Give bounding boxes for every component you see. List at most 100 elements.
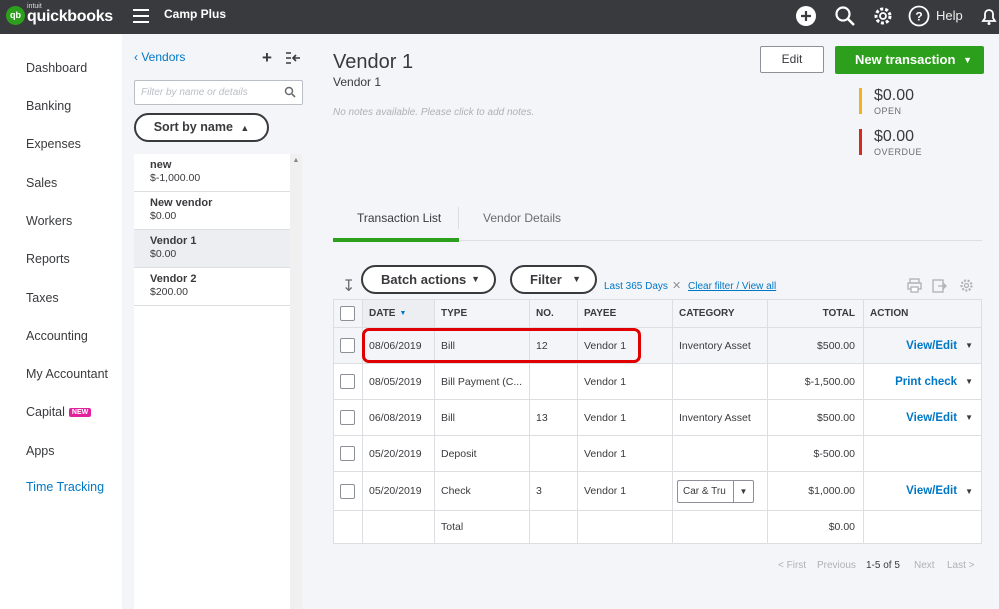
sidebar-item-sales[interactable]: Sales [26,176,57,190]
new-transaction-label: New transaction [855,52,956,67]
gear-icon[interactable] [872,5,894,27]
category-select[interactable]: Car & Tru ▼ [677,479,754,503]
caret-down-icon[interactable]: ▼ [965,413,973,422]
type-cell: Deposit [435,436,530,471]
vendor-amount: $200.00 [150,286,188,298]
sidebar-item-label: Capital [26,405,65,419]
search-icon [284,86,296,101]
payee-cell: Vendor 1 [578,436,673,471]
sort-by-name-button[interactable]: Sort by name ▲ [134,113,269,142]
pager-last[interactable]: Last > [947,560,975,571]
date-range-label[interactable]: Last 365 Days [604,281,668,292]
pager-first[interactable]: < First [778,560,806,571]
table-row[interactable]: 05/20/2019 Check 3 Vendor 1 Car & Tru ▼ … [334,472,981,511]
vendor-list-scrollbar[interactable]: ▲ [290,154,302,609]
empty-cell [578,511,673,543]
sidebar-item-time-tracking[interactable]: Time Tracking [26,480,104,494]
caret-down-icon[interactable]: ▼ [965,377,973,386]
filter-button[interactable]: Filter ▼ [510,265,597,294]
sidebar-item-workers[interactable]: Workers [26,214,72,228]
column-header-total[interactable]: TOTAL [768,300,864,327]
caret-down-icon[interactable]: ▼ [965,341,973,350]
pager-previous[interactable]: Previous [817,560,856,571]
svg-text:?: ? [915,10,922,24]
sidebar-item-apps[interactable]: Apps [26,444,55,458]
payee-cell: Vendor 1 [578,400,673,435]
tab-vendor-details[interactable]: Vendor Details [483,211,561,225]
column-header-type[interactable]: TYPE [435,300,530,327]
table-row[interactable]: 05/20/2019 Deposit Vendor 1 $-500.00 [334,436,981,472]
vendor-list-item[interactable]: new $-1,000.00 [134,154,290,192]
help-icon[interactable]: ? [908,5,930,27]
column-header-no[interactable]: NO. [530,300,578,327]
row-checkbox[interactable] [340,446,355,461]
caret-down-icon[interactable]: ▼ [963,46,972,74]
row-select-cell [334,328,363,363]
sidebar-item-banking[interactable]: Banking [26,99,71,113]
caret-down-icon[interactable]: ▼ [733,480,753,502]
quickbooks-logo-text[interactable]: quickbooks [27,8,113,26]
select-all-cell [334,300,363,327]
overdue-color-bar [859,129,862,155]
overdue-amount: $0.00 [874,128,915,145]
total-cell: $1,000.00 [768,472,864,510]
search-icon[interactable] [834,5,856,27]
settings-icon[interactable] [959,278,974,296]
vendor-list-item-selected[interactable]: Vendor 1 $0.00 [134,230,290,268]
collapse-panel-icon[interactable] [285,51,301,65]
column-header-date[interactable]: DATE ▼ [363,300,435,327]
table-row[interactable]: 08/05/2019 Bill Payment (C... Vendor 1 $… [334,364,981,400]
clear-filter-link[interactable]: Clear filter / View all [688,281,776,292]
select-all-checkbox[interactable] [340,306,355,321]
vendor-list-item[interactable]: Vendor 2 $200.00 [134,268,290,306]
highlight-annotation [362,328,641,363]
sidebar-item-expenses[interactable]: Expenses [26,137,81,151]
active-tab-indicator [333,238,459,242]
sidebar-item-my-accountant[interactable]: My Accountant [26,367,108,381]
vendor-name: new [150,159,172,171]
add-vendor-icon[interactable]: + [262,48,272,68]
vendor-list-item[interactable]: New vendor $0.00 [134,192,290,230]
bell-icon[interactable] [978,5,999,27]
caret-down-icon[interactable]: ▼ [965,487,973,496]
column-header-payee[interactable]: PAYEE [578,300,673,327]
open-amount: $0.00 [874,87,915,104]
new-transaction-button[interactable]: New transaction ▼ [835,46,984,74]
menu-icon[interactable] [133,9,149,23]
sort-arrow-icon[interactable]: ↧ [342,276,355,296]
batch-actions-button[interactable]: Batch actions ▼ [361,265,496,294]
clear-range-icon[interactable]: ✕ [672,279,681,292]
tab-transaction-list[interactable]: Transaction List [357,211,441,225]
sidebar-item-taxes[interactable]: Taxes [26,291,59,305]
view-edit-link[interactable]: View/Edit [906,412,957,424]
view-edit-link[interactable]: View/Edit [906,340,957,352]
print-icon[interactable] [907,278,922,296]
pager-next[interactable]: Next [914,560,935,571]
row-checkbox[interactable] [340,410,355,425]
vendor-filter-input[interactable] [141,82,281,103]
row-checkbox[interactable] [340,374,355,389]
sidebar-item-dashboard[interactable]: Dashboard [26,61,87,75]
export-icon[interactable] [932,278,947,296]
sidebar-item-capital[interactable]: Capital NEW [26,405,92,419]
vendor-notes[interactable]: No notes available. Please click to add … [333,107,534,118]
plus-circle-icon[interactable] [795,5,817,27]
type-cell: Check [435,472,530,510]
scroll-up-icon[interactable]: ▲ [290,157,302,164]
action-cell [864,436,981,471]
table-row[interactable]: 06/08/2019 Bill 13 Vendor 1 Inventory As… [334,400,981,436]
help-label[interactable]: Help [936,8,963,23]
view-edit-link[interactable]: View/Edit [906,485,957,497]
print-check-link[interactable]: Print check [895,376,957,388]
vendor-amount: $-1,000.00 [150,172,201,184]
sidebar-item-accounting[interactable]: Accounting [26,329,88,343]
column-header-category[interactable]: CATEGORY [673,300,768,327]
row-checkbox[interactable] [340,338,355,353]
vendors-back-link[interactable]: ‹ Vendors [134,50,185,64]
edit-button[interactable]: Edit [760,46,824,73]
total-cell: $-500.00 [768,436,864,471]
total-label: Total [435,511,530,543]
quickbooks-logo-icon[interactable]: qb [6,6,25,25]
row-checkbox[interactable] [340,483,355,499]
sidebar-item-reports[interactable]: Reports [26,252,70,266]
